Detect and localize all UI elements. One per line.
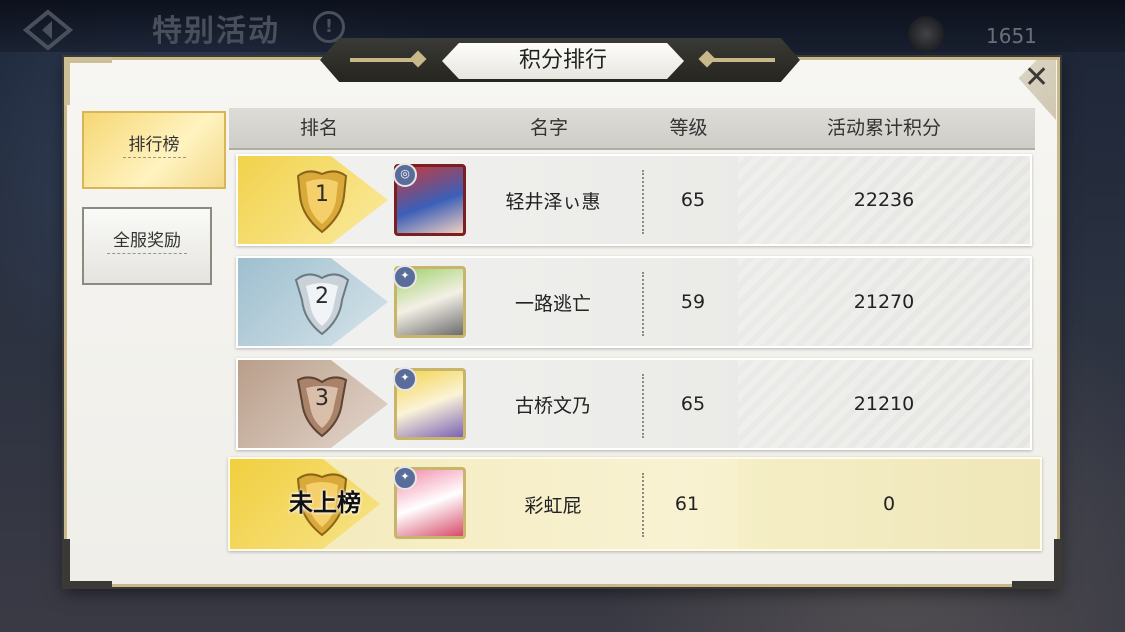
token-icon: [908, 16, 944, 52]
unranked-label: 未上榜: [289, 489, 361, 517]
table-row[interactable]: 2 ✦ 一路逃亡 59 21270: [236, 256, 1032, 348]
element-icon: ✦: [393, 265, 417, 289]
table-row[interactable]: 1 ◎ 轻井泽ぃ惠 65 22236: [236, 154, 1032, 246]
tab-server-rewards[interactable]: 全服奖励: [82, 207, 212, 285]
tab-leaderboard[interactable]: 排行榜: [82, 111, 226, 189]
player-avatar[interactable]: ✦: [393, 265, 466, 338]
player-score: 22236: [853, 189, 915, 211]
title-ornament: [705, 58, 775, 62]
element-icon: ✦: [393, 466, 417, 490]
player-level: 61: [674, 493, 700, 515]
player-name: 一路逃亡: [514, 292, 591, 315]
player-score: 21210: [853, 393, 915, 415]
close-icon[interactable]: ✕: [1024, 60, 1049, 95]
player-score: 0: [882, 493, 896, 515]
title-ornament: [350, 58, 420, 62]
table-header: 排名 名字 等级 活动累计积分: [229, 108, 1035, 150]
column-divider: [642, 374, 644, 438]
header-level: 等级: [669, 117, 708, 139]
player-name: 古桥文乃: [514, 394, 591, 417]
table-row[interactable]: 3 ✦ 古桥文乃 65 21210: [236, 358, 1032, 450]
element-icon: ✦: [393, 367, 417, 391]
event-title: 特别活动: [152, 14, 280, 49]
column-divider: [642, 272, 644, 336]
player-name: 彩虹屁: [524, 494, 582, 517]
self-rank-row[interactable]: 未上榜 ✦ 彩虹屁 61 0: [228, 457, 1042, 551]
player-score: 21270: [853, 291, 915, 313]
player-level: 65: [680, 393, 706, 415]
player-avatar[interactable]: ✦: [393, 367, 466, 440]
back-icon[interactable]: [22, 8, 74, 52]
frame-corner-decoration: [64, 539, 112, 587]
tab-label: 全服奖励: [107, 229, 187, 254]
element-icon: ◎: [393, 163, 417, 187]
player-avatar[interactable]: ◎: [393, 163, 466, 236]
panel-title: 积分排行: [518, 48, 607, 73]
rank-number: 3: [315, 386, 329, 411]
currency-value: 1651: [986, 24, 1037, 48]
player-level: 59: [680, 291, 706, 313]
header-name: 名字: [529, 117, 568, 139]
tab-label: 排行榜: [122, 133, 186, 158]
player-level: 65: [680, 189, 706, 211]
player-avatar[interactable]: ✦: [393, 466, 466, 539]
rank-number: 1: [315, 182, 329, 207]
header-rank: 排名: [299, 117, 338, 139]
column-divider: [642, 170, 644, 234]
frame-corner-decoration: [64, 57, 112, 105]
player-name: 轻井泽ぃ惠: [505, 190, 601, 213]
header-score: 活动累计积分: [826, 117, 941, 139]
rank-number: 2: [315, 284, 329, 309]
